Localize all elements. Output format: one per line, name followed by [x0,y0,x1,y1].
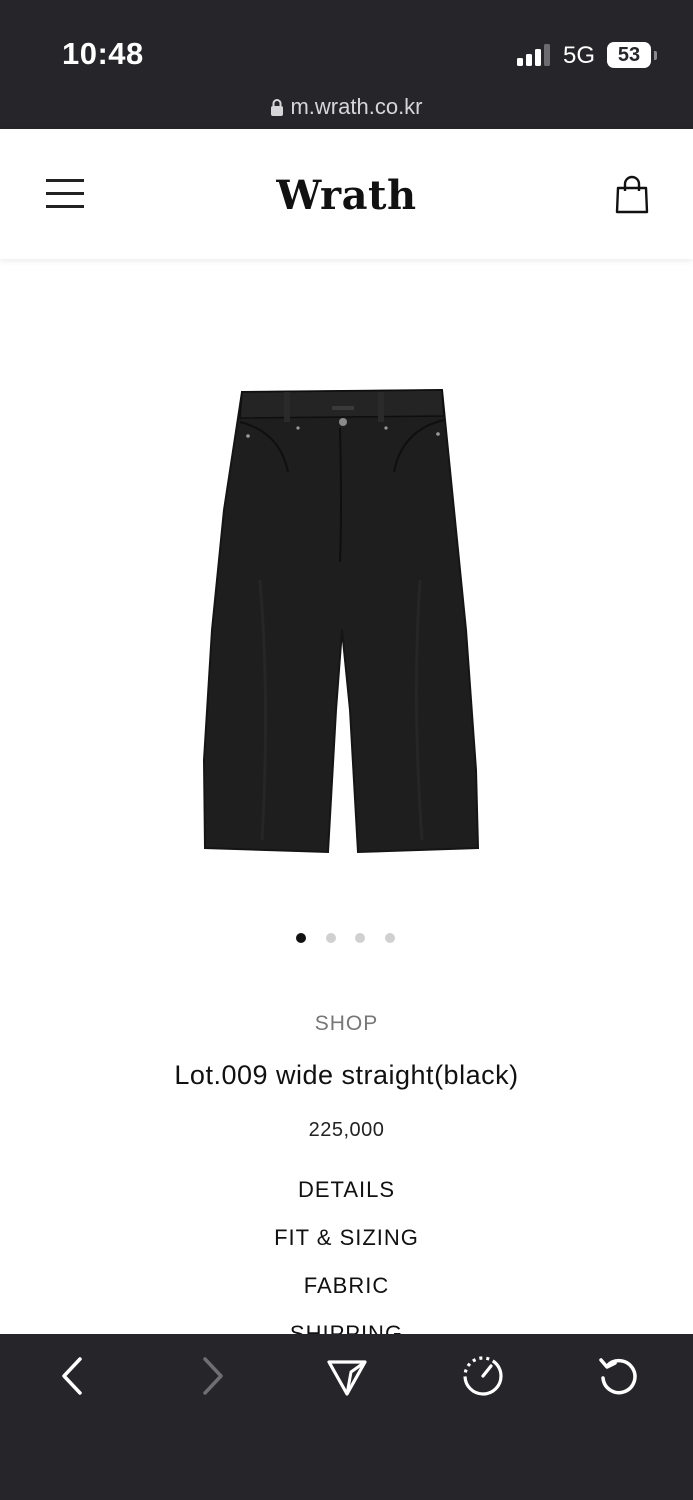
lock-icon [271,99,284,116]
network-type: 5G [563,42,596,69]
carousel-dot-3[interactable] [355,933,365,943]
shopping-bag-icon[interactable] [614,175,650,215]
product-image[interactable] [190,380,500,860]
send-icon[interactable] [325,1354,369,1398]
fit-sizing-accordion[interactable]: FIT & SIZING [0,1225,693,1251]
details-accordion[interactable]: DETAILS [0,1177,693,1203]
carousel-dot-4[interactable] [385,933,395,943]
speedometer-icon[interactable] [461,1354,505,1398]
cellular-signal-icon [517,44,551,66]
reload-icon[interactable] [597,1354,641,1398]
address-bar[interactable]: m.wrath.co.kr [0,94,693,120]
chevron-left-icon[interactable] [52,1354,96,1398]
product-price: 225,000 [308,1119,385,1141]
battery-level: 53 [607,42,651,68]
status-time: 10:48 [62,36,144,71]
browser-bottom-toolbar [0,1334,693,1500]
site-logo[interactable]: Wrath [0,172,693,219]
battery-tip-icon [654,51,657,60]
product-name: Lot.009 wide straight(black) [174,1060,519,1090]
chevron-right-icon[interactable] [189,1354,233,1398]
product-category[interactable]: SHOP [0,1012,693,1036]
carousel-dot-2[interactable] [326,933,336,943]
carousel-dot-1[interactable] [296,933,306,943]
fabric-accordion[interactable]: FABRIC [0,1273,693,1299]
site-header: Wrath [0,129,693,259]
browser-top-bar: 10:48 5G 53 m.wrath.co.kr [0,0,693,129]
url-text: m.wrath.co.kr [290,94,423,119]
